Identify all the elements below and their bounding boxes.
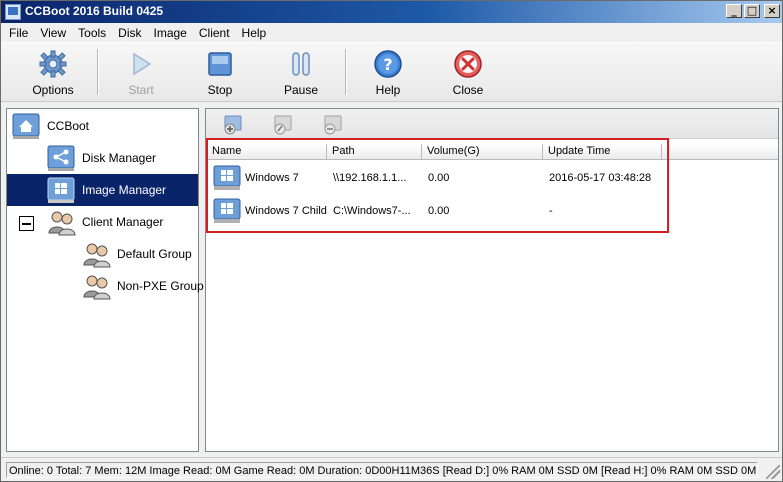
windows-image-icon (213, 198, 241, 223)
options-label: Options (32, 83, 74, 97)
menu-client[interactable]: Client (193, 26, 236, 40)
pause-button[interactable]: Pause (266, 46, 336, 100)
status-text: Online: 0 Total: 7 Mem: 12M Image Read: … (6, 462, 758, 478)
cell-volume: 0.00 (428, 205, 450, 217)
play-icon (133, 52, 152, 76)
image-list-header: Name Path Volume(G) Update Time (207, 144, 778, 160)
cell-name: Windows 7 Child (245, 205, 327, 217)
cell-name: Windows 7 (245, 172, 299, 184)
toolbar-separator (345, 49, 347, 95)
tree-item-image-manager[interactable]: Image Manager (7, 174, 198, 206)
resize-grip-icon[interactable] (766, 465, 780, 479)
start-button[interactable]: Start (106, 46, 176, 100)
app-icon (5, 4, 21, 20)
status-bar: Online: 0 Total: 7 Mem: 12M Image Read: … (1, 457, 782, 481)
toolbar-separator (97, 49, 99, 95)
users-icon (48, 211, 76, 236)
column-path[interactable]: Path (327, 144, 422, 160)
main-toolbar: Options Start Stop Pause ? Help Close (1, 42, 782, 102)
maximize-button[interactable]: □ (744, 4, 760, 18)
window-title: CCBoot 2016 Build 0425 (25, 4, 164, 18)
help-button[interactable]: ? Help (353, 46, 423, 100)
menu-image[interactable]: Image (148, 26, 193, 40)
pause-label: Pause (283, 83, 319, 97)
tree-item-ccboot[interactable]: CCBoot (11, 110, 196, 142)
home-server-icon (12, 113, 40, 139)
gear-icon (39, 50, 67, 78)
title-bar[interactable]: CCBoot 2016 Build 0425 _ □ × (1, 1, 782, 23)
cell-update-time: 2016-05-17 03:48:28 (549, 172, 652, 184)
tree-item-disk-manager[interactable]: Disk Manager (46, 142, 196, 174)
window-controls: _ □ × (726, 4, 780, 18)
tree-label-client-manager: Client Manager (82, 215, 164, 229)
image-toolbar (206, 109, 778, 139)
tree-label-disk-manager: Disk Manager (82, 151, 157, 165)
minimize-button[interactable]: _ (726, 4, 742, 18)
cell-volume: 0.00 (428, 172, 450, 184)
users-icon (83, 275, 111, 300)
cell-path: \\192.168.1.1... (333, 172, 407, 184)
menu-file[interactable]: File (3, 26, 34, 40)
share-icon (47, 145, 75, 171)
users-icon (83, 243, 111, 268)
windows-image-icon (213, 165, 241, 190)
main-window: CCBoot 2016 Build 0425 _ □ × File View T… (0, 0, 783, 482)
cell-update-time: - (549, 205, 553, 217)
help-label: Help (375, 83, 401, 97)
image-panel: Name Path Volume(G) Update Time Windows … (205, 108, 779, 452)
table-row[interactable]: Windows 7 Child C:\Windows7-... 0.00 - (207, 195, 667, 227)
tree-label-default-group: Default Group (117, 247, 192, 261)
tree-label-image-manager: Image Manager (82, 183, 167, 197)
help-icon: ? (374, 50, 402, 78)
column-name[interactable]: Name (207, 144, 327, 160)
table-row[interactable]: Windows 7 \\192.168.1.1... 0.00 2016-05-… (207, 162, 667, 194)
cell-path: C:\Windows7-... (333, 205, 411, 217)
start-label: Start (128, 83, 154, 97)
stop-icon (208, 52, 232, 76)
tree-item-non-pxe-group[interactable]: Non-PXE Group (81, 270, 204, 302)
menu-disk[interactable]: Disk (112, 26, 147, 40)
windows-image-icon (47, 177, 75, 203)
tree-label-non-pxe-group: Non-PXE Group (117, 279, 204, 293)
tree-item-default-group[interactable]: Default Group (81, 238, 196, 270)
close-circle-icon (454, 50, 482, 78)
options-button[interactable]: Options (18, 46, 88, 100)
tree-label-ccboot: CCBoot (47, 119, 90, 133)
menu-help[interactable]: Help (236, 26, 273, 40)
close-app-button[interactable]: Close (433, 46, 503, 100)
stop-button[interactable]: Stop (185, 46, 255, 100)
column-update-time[interactable]: Update Time (543, 144, 662, 160)
svg-text:?: ? (383, 55, 392, 74)
pause-icon (292, 52, 310, 76)
close-label: Close (452, 83, 484, 97)
stop-label: Stop (207, 83, 233, 97)
navigation-tree: CCBoot Disk Manager Image Manager Client… (6, 108, 204, 452)
edit-image-icon[interactable] (272, 114, 294, 136)
menu-view[interactable]: View (34, 26, 72, 40)
column-volume[interactable]: Volume(G) (422, 144, 543, 160)
remove-image-icon[interactable] (322, 114, 344, 136)
tree-item-client-manager[interactable]: Client Manager (46, 206, 196, 238)
menu-tools[interactable]: Tools (72, 26, 112, 40)
add-image-icon[interactable] (222, 114, 244, 136)
collapse-toggle[interactable] (19, 216, 34, 231)
close-window-button[interactable]: × (764, 4, 780, 18)
menu-bar: File View Tools Disk Image Client Help (1, 23, 782, 42)
